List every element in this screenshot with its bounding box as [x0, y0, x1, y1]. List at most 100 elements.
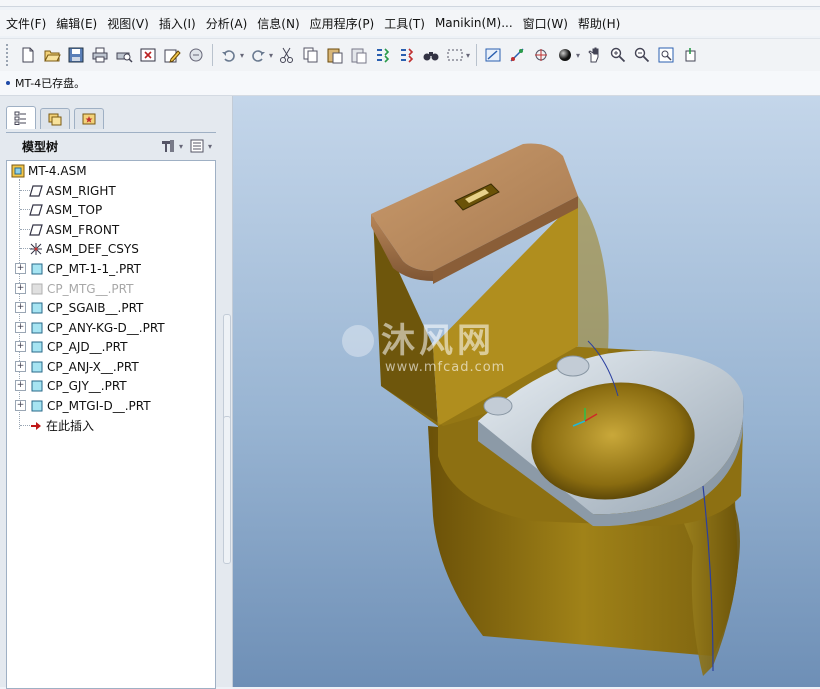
menu-view[interactable]: 视图(V): [101, 15, 153, 32]
graphics-viewport[interactable]: 沐风网 www.mfcad.com: [233, 96, 820, 687]
paste-special-icon[interactable]: [349, 45, 369, 65]
tree-item-cp-anj-x[interactable]: + CP_ANJ-X__.PRT: [15, 357, 139, 376]
tree-item-asm-front[interactable]: ASM_FRONT: [29, 220, 119, 239]
refit-icon[interactable]: [656, 45, 676, 65]
tab-folder-browser[interactable]: [40, 108, 70, 129]
status-message: MT-4已存盘。: [15, 77, 86, 90]
insert-here-arrow-icon: [29, 419, 43, 433]
expand-plus-icon[interactable]: +: [15, 380, 26, 391]
new-file-icon[interactable]: [18, 45, 38, 65]
menu-info[interactable]: 信息(N): [251, 15, 303, 32]
coordinate-system-icon: [29, 242, 43, 256]
find-binoculars-icon[interactable]: [421, 45, 441, 65]
save-icon[interactable]: [66, 45, 86, 65]
menu-bar: 文件(F) 编辑(E) 视图(V) 插入(I) 分析(A) 信息(N) 应用程序…: [0, 10, 820, 36]
print-icon[interactable]: [90, 45, 110, 65]
reorient-icon[interactable]: [680, 45, 700, 65]
expand-plus-icon[interactable]: +: [15, 341, 26, 352]
part-suppressed-icon: [30, 282, 44, 296]
copy-icon[interactable]: [301, 45, 321, 65]
datum-plane-icon: [29, 223, 43, 237]
datum-axis-icon[interactable]: [507, 45, 527, 65]
watermark: 沐风网 www.mfcad.com: [342, 321, 504, 375]
redo-dropdown-icon[interactable]: ▾: [269, 51, 273, 60]
splitter-handle[interactable]: [223, 416, 231, 564]
tree-item-label: ASM_FRONT: [46, 222, 120, 237]
datum-plane-icon: [29, 203, 43, 217]
pan-hand-icon[interactable]: [584, 45, 604, 65]
zoom-out-icon[interactable]: [632, 45, 652, 65]
sketch-icon[interactable]: [483, 45, 503, 65]
model-tree-title: 模型树: [22, 139, 59, 154]
expand-plus-icon[interactable]: +: [15, 322, 26, 333]
tree-item-label: CP_GJY__.PRT: [47, 378, 127, 393]
redo-icon[interactable]: [248, 45, 268, 65]
menu-tools[interactable]: 工具(T): [378, 15, 429, 32]
menu-applications[interactable]: 应用程序(P): [304, 15, 379, 32]
paste-icon[interactable]: [325, 45, 345, 65]
tree-item-cp-mt-1-1[interactable]: + CP_MT-1-1_.PRT: [15, 259, 141, 278]
assembly-icon: [11, 164, 25, 178]
menu-help[interactable]: 帮助(H): [572, 15, 624, 32]
toolbar-grip[interactable]: [6, 44, 12, 66]
seat-bumper: [556, 355, 590, 377]
zoom-in-icon[interactable]: [608, 45, 628, 65]
menu-insert[interactable]: 插入(I): [153, 15, 200, 32]
open-folder-icon[interactable]: [42, 45, 62, 65]
shading-dropdown-icon[interactable]: ▾: [576, 51, 580, 60]
navigator-tabs: [6, 106, 108, 130]
settings-dropdown-icon[interactable]: ▾: [179, 142, 183, 151]
menu-edit[interactable]: 编辑(E): [50, 15, 101, 32]
undo-dropdown-icon[interactable]: ▾: [240, 51, 244, 60]
expand-plus-icon[interactable]: +: [15, 263, 26, 274]
close-window-icon[interactable]: [138, 45, 158, 65]
tree-item-label: CP_MTG__.PRT: [47, 281, 134, 296]
select-box-icon[interactable]: [445, 45, 465, 65]
tree-item-insert-here[interactable]: 在此插入: [29, 416, 94, 435]
part-icon: [30, 301, 44, 315]
expand-plus-icon[interactable]: +: [15, 283, 26, 294]
erase-icon[interactable]: [186, 45, 206, 65]
regenerate-icon[interactable]: [373, 45, 393, 65]
tree-root-label: MT-4.ASM: [28, 163, 87, 178]
print-preview-icon[interactable]: [114, 45, 134, 65]
tree-item-asm-top[interactable]: ASM_TOP: [29, 200, 102, 219]
expand-plus-icon[interactable]: +: [15, 302, 26, 313]
tree-item-cp-mtgi-d[interactable]: + CP_MTGI-D__.PRT: [15, 396, 151, 415]
tree-root-assembly[interactable]: MT-4.ASM: [11, 161, 87, 180]
expand-plus-icon[interactable]: +: [15, 400, 26, 411]
edit-definition-icon[interactable]: [162, 45, 182, 65]
menu-analysis[interactable]: 分析(A): [200, 15, 252, 32]
spin-center-icon[interactable]: [531, 45, 551, 65]
tree-item-label: CP_SGAIB__.PRT: [47, 300, 144, 315]
panel-splitter[interactable]: [222, 96, 232, 687]
tree-item-label: CP_ANY-KG-D__.PRT: [47, 320, 165, 335]
show-list-icon[interactable]: [189, 138, 205, 154]
datum-plane-icon: [29, 184, 43, 198]
tab-model-tree[interactable]: [6, 106, 36, 129]
tree-item-cp-sgaib[interactable]: + CP_SGAIB__.PRT: [15, 298, 143, 317]
tree-item-label: ASM_DEF_CSYS: [46, 241, 139, 256]
navigator-panel: 模型树 ▾ ▾ MT-4.ASM ASM_RIGHT ASM_TOP ASM_F…: [0, 96, 233, 689]
select-dropdown-icon[interactable]: ▾: [466, 51, 470, 60]
tree-item-asm-right[interactable]: ASM_RIGHT: [29, 181, 116, 200]
tree-item-cp-gjy[interactable]: + CP_GJY__.PRT: [15, 376, 127, 395]
tree-item-cp-ajd[interactable]: + CP_AJD__.PRT: [15, 337, 127, 356]
menu-file[interactable]: 文件(F): [0, 15, 50, 32]
regeneration-manager-icon[interactable]: [397, 45, 417, 65]
watermark-text: 沐风网: [381, 321, 495, 361]
model-tree-header: 模型树 ▾ ▾: [6, 132, 216, 159]
show-dropdown-icon[interactable]: ▾: [208, 142, 212, 151]
tree-item-label: CP_AJD__.PRT: [47, 339, 128, 354]
settings-tools-icon[interactable]: [160, 138, 176, 154]
menu-manikin[interactable]: Manikin(M)...: [429, 16, 517, 30]
tree-item-asm-def-csys[interactable]: ASM_DEF_CSYS: [29, 239, 139, 258]
expand-plus-icon[interactable]: +: [15, 361, 26, 372]
tab-favorites[interactable]: [74, 108, 104, 129]
menu-window[interactable]: 窗口(W): [517, 15, 572, 32]
tree-item-cp-mtg[interactable]: + CP_MTG__.PRT: [15, 279, 133, 298]
undo-icon[interactable]: [219, 45, 239, 65]
tree-item-cp-any-kg-d[interactable]: + CP_ANY-KG-D__.PRT: [15, 318, 165, 337]
cut-icon[interactable]: [277, 45, 297, 65]
shading-sphere-icon[interactable]: [555, 45, 575, 65]
